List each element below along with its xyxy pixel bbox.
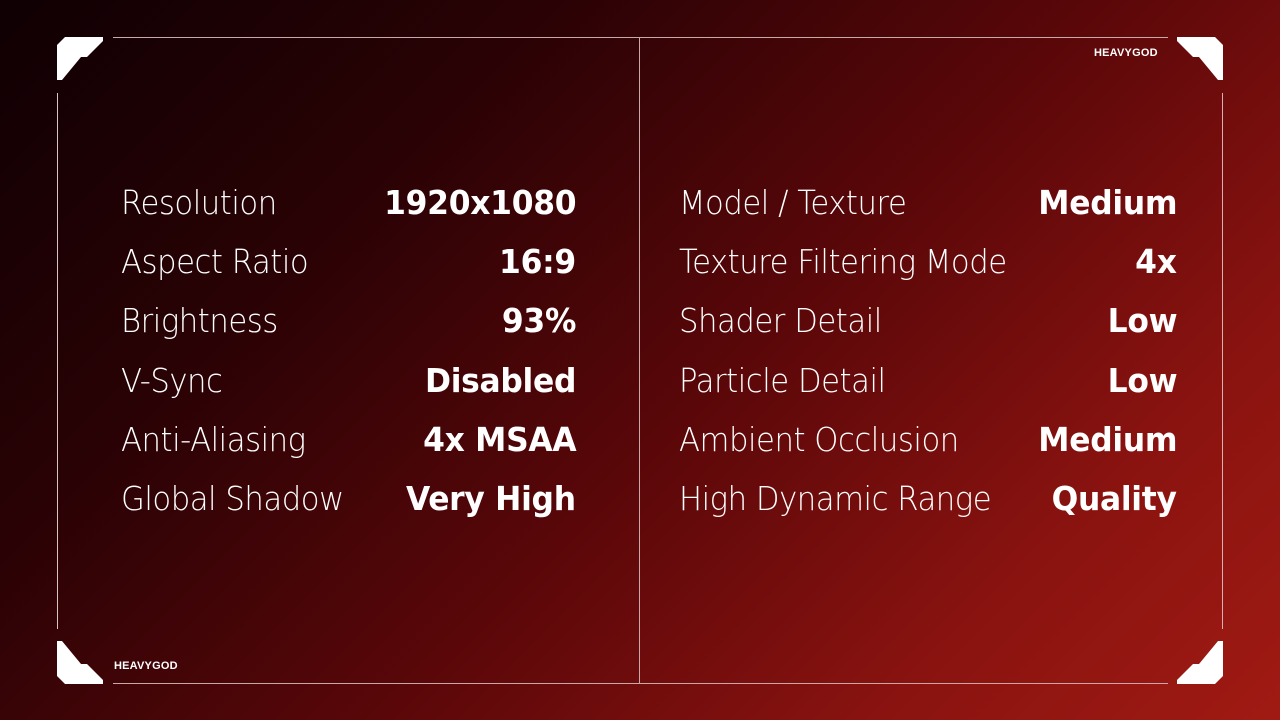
corner-bracket-bottom-left-icon <box>56 640 104 685</box>
setting-value[interactable]: Medium <box>1038 420 1177 459</box>
setting-label: Anti-Aliasing <box>121 419 306 459</box>
setting-label: Model / Texture <box>679 183 907 222</box>
setting-value[interactable]: 1920x1080 <box>384 183 576 222</box>
brand-logo-bottom: HEAVYGOD <box>114 660 178 672</box>
setting-value[interactable]: Very High <box>406 479 576 518</box>
setting-value[interactable]: 4x <box>1136 242 1178 281</box>
setting-label: Texture Filtering Mode <box>679 242 1007 282</box>
setting-row-particle-detail[interactable]: Particle Detail Low <box>679 361 1177 420</box>
corner-bracket-bottom-right-icon <box>1176 640 1224 685</box>
setting-row-brightness[interactable]: Brightness 93% <box>121 301 576 360</box>
setting-row-v-sync[interactable]: V-Sync Disabled <box>121 361 576 420</box>
setting-label: V-Sync <box>121 360 223 400</box>
column-divider <box>639 37 640 683</box>
setting-row-model-texture[interactable]: Model / Texture Medium <box>679 183 1177 242</box>
settings-column-left: Resolution 1920x1080 Aspect Ratio 16:9 B… <box>121 183 576 538</box>
setting-label: Aspect Ratio <box>121 242 309 282</box>
frame-left-line <box>57 93 58 629</box>
corner-bracket-top-right-icon <box>1176 36 1224 81</box>
setting-label: Global Shadow <box>121 478 344 518</box>
setting-label: High Dynamic Range <box>679 478 992 518</box>
setting-value[interactable]: 93% <box>502 301 576 340</box>
setting-row-texture-filtering[interactable]: Texture Filtering Mode 4x <box>679 242 1177 301</box>
setting-label: Shader Detail <box>679 301 882 341</box>
corner-bracket-top-left-icon <box>56 36 104 81</box>
setting-row-aspect-ratio[interactable]: Aspect Ratio 16:9 <box>121 242 576 301</box>
setting-row-resolution[interactable]: Resolution 1920x1080 <box>121 183 576 242</box>
setting-label: Particle Detail <box>679 360 886 400</box>
setting-value[interactable]: Low <box>1107 301 1177 340</box>
setting-label: Resolution <box>121 183 277 222</box>
setting-value[interactable]: Medium <box>1038 183 1177 222</box>
setting-value[interactable]: Low <box>1107 361 1177 400</box>
setting-row-anti-aliasing[interactable]: Anti-Aliasing 4x MSAA <box>121 420 576 479</box>
setting-row-shader-detail[interactable]: Shader Detail Low <box>679 301 1177 360</box>
frame-bottom-line <box>113 683 1168 684</box>
setting-value[interactable]: Disabled <box>425 361 576 400</box>
setting-label: Brightness <box>121 301 278 341</box>
settings-column-right: Model / Texture Medium Texture Filtering… <box>679 183 1177 538</box>
setting-row-ambient-occlusion[interactable]: Ambient Occlusion Medium <box>679 420 1177 479</box>
setting-value[interactable]: 16:9 <box>499 242 576 281</box>
frame-top-line <box>113 37 1168 38</box>
setting-value[interactable]: 4x MSAA <box>423 420 577 459</box>
setting-row-global-shadow[interactable]: Global Shadow Very High <box>121 479 576 538</box>
brand-logo-top: HEAVYGOD <box>1094 47 1158 59</box>
setting-row-hdr[interactable]: High Dynamic Range Quality <box>679 479 1177 538</box>
setting-label: Ambient Occlusion <box>679 419 959 459</box>
frame-right-line <box>1222 93 1223 629</box>
setting-value[interactable]: Quality <box>1052 479 1177 518</box>
